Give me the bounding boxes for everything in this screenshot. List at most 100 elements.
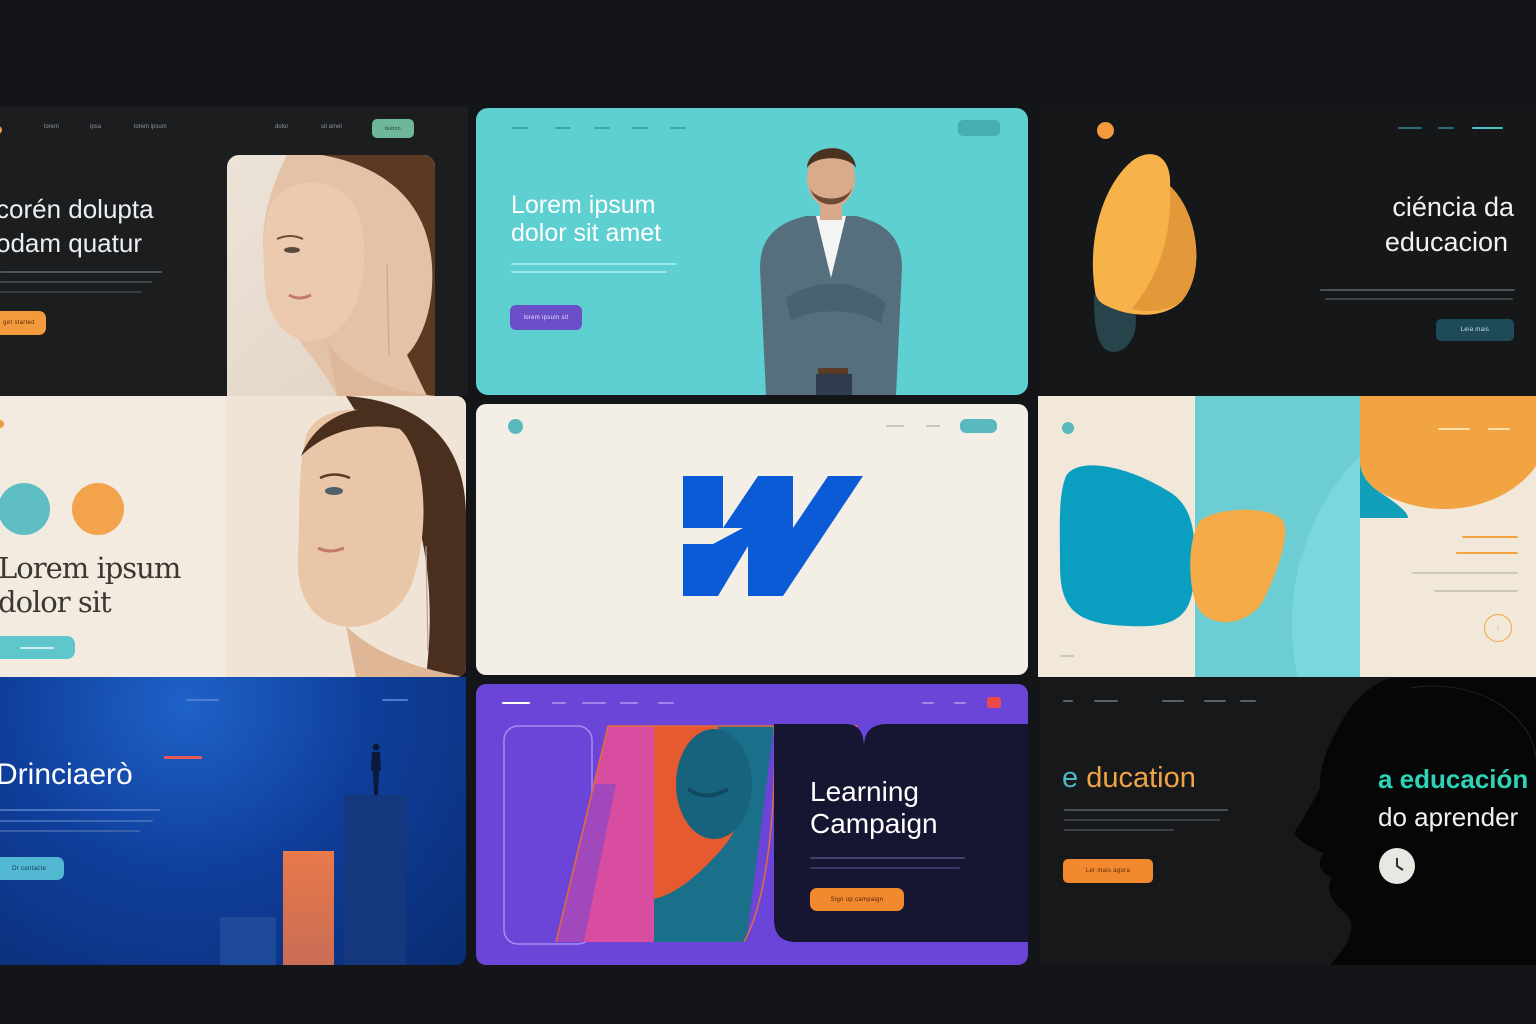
clock-icon[interactable] xyxy=(1379,848,1415,884)
nav-link[interactable]: sit amet xyxy=(321,124,342,130)
hero-headline-line2: educacion xyxy=(1384,227,1508,257)
businessman-illustration xyxy=(760,148,902,395)
bar-orange xyxy=(283,851,334,965)
text-line xyxy=(1064,829,1174,831)
text-line xyxy=(1412,572,1518,574)
nav-dash[interactable] xyxy=(1398,127,1422,129)
headline-left-text: ducation xyxy=(1078,762,1196,794)
text-line xyxy=(511,263,677,265)
nav-button[interactable]: button xyxy=(372,119,414,138)
abstract-blob-shape xyxy=(1092,154,1197,352)
cta-button[interactable]: Ler mais agora xyxy=(1063,859,1153,883)
arrow-circle-icon[interactable]: ↑ xyxy=(1484,614,1512,642)
hero-headline-left: e ducation xyxy=(1062,762,1196,795)
card-cream-logo xyxy=(476,404,1028,675)
hero-headline-line1: corén dolupta xyxy=(0,194,154,224)
text-line xyxy=(0,830,140,832)
text-line xyxy=(1064,809,1228,811)
text-line xyxy=(0,809,160,811)
nav-link[interactable]: lorem xyxy=(44,124,59,130)
nav-dash[interactable] xyxy=(555,127,571,129)
clock-hands xyxy=(1396,858,1404,871)
headline-teal-e: e xyxy=(1062,762,1079,794)
nav-link[interactable]: dolor xyxy=(275,124,288,130)
hero-headline-line1: ciéncia da xyxy=(1392,192,1514,222)
nav-dash[interactable] xyxy=(382,699,408,701)
nav-dash[interactable] xyxy=(512,127,528,129)
woman-portrait-illustration xyxy=(226,396,466,677)
card-cream-beauty: Lorem ipsum dolor sit xyxy=(0,396,466,677)
text-line xyxy=(511,271,667,273)
logo-dot xyxy=(0,420,4,428)
nav-dash[interactable] xyxy=(594,127,610,129)
nav-link[interactable]: ipsa xyxy=(90,124,101,130)
portrait-photo xyxy=(227,155,435,396)
card-beauty-dark: lorem ipsa lorem ipsum dolor sit amet bu… xyxy=(0,106,468,396)
hero-headline-line2: Campaign xyxy=(810,808,938,839)
logo-dot xyxy=(0,126,2,134)
nav-button[interactable] xyxy=(960,419,997,433)
hero-headline-right-line2: do aprender xyxy=(1378,802,1519,832)
text-line xyxy=(1064,819,1220,821)
card-dark-education: ciéncia da educacion Leia mais xyxy=(1040,106,1536,396)
hero-headline-line1: Learning xyxy=(810,776,919,807)
orange-circle xyxy=(72,483,124,535)
accent-line xyxy=(164,756,202,759)
nav-dash[interactable] xyxy=(1204,700,1226,702)
text-line xyxy=(0,820,153,822)
teal-circle xyxy=(0,483,50,535)
hero-headline: Drinciaerò xyxy=(0,758,133,791)
cta-button[interactable]: lorem ipsum sit xyxy=(510,305,582,330)
logo-dot xyxy=(508,419,523,434)
hero-headline-line2: dolor sit amet xyxy=(511,219,662,247)
logo-dot xyxy=(1062,422,1074,434)
nav-dash[interactable] xyxy=(1162,700,1184,702)
nav-dash[interactable] xyxy=(1240,700,1256,702)
cta-button[interactable]: Sign up campaign xyxy=(810,888,904,911)
logo-dot xyxy=(1097,122,1114,139)
nav-dash[interactable] xyxy=(886,425,904,427)
text-line xyxy=(810,867,960,869)
woman-profile-illustration xyxy=(263,155,435,396)
text-line xyxy=(1325,298,1513,300)
bar-tall xyxy=(344,795,406,965)
webflow-logo-icon xyxy=(683,476,863,596)
card-shapes: ↑ xyxy=(1038,396,1536,677)
hero-headline-line1: Lorem ipsum xyxy=(511,191,656,219)
nav-button[interactable] xyxy=(958,120,1000,136)
text-line xyxy=(1456,552,1518,554)
abstract-campaign-graphic xyxy=(503,724,1028,945)
nav-dash[interactable] xyxy=(1438,127,1454,129)
cta-button[interactable] xyxy=(0,636,75,659)
hero-headline-line1: Lorem ipsum xyxy=(0,551,181,585)
nav-link[interactable]: lorem ipsum xyxy=(134,124,167,130)
text-line xyxy=(0,281,152,283)
cta-button[interactable]: get started xyxy=(0,311,46,335)
hero-headline-line2: odam quatur xyxy=(0,228,142,258)
nav-dash[interactable] xyxy=(670,127,686,129)
cta-button[interactable]: Or contacte xyxy=(0,857,64,880)
person-silhouette-icon xyxy=(371,743,381,795)
card-blue-bars: Drinciaerò Or contacte xyxy=(0,677,466,965)
text-line xyxy=(810,857,965,859)
card-purple-campaign: Learning Campaign Sign up campaign xyxy=(476,684,1028,965)
text-line xyxy=(1434,590,1518,592)
text-line xyxy=(1060,655,1074,657)
hero-headline-right-line1: a educación xyxy=(1378,764,1529,794)
nav-dash[interactable] xyxy=(1438,428,1470,430)
nav-dash[interactable] xyxy=(1488,428,1510,430)
text-line xyxy=(0,271,162,273)
text-line xyxy=(0,291,142,293)
nav-dash[interactable] xyxy=(926,425,940,427)
text-line xyxy=(1320,289,1515,291)
nav-dash[interactable] xyxy=(632,127,648,129)
hero-headline-line2: dolor sit xyxy=(0,585,112,619)
bar-short xyxy=(220,917,276,965)
nav-dash[interactable] xyxy=(186,699,219,701)
card-dark-silhouette: e ducation Ler mais agora a educación do… xyxy=(1040,678,1536,965)
nav-dash[interactable] xyxy=(1094,700,1118,702)
nav-dash[interactable] xyxy=(1063,700,1073,702)
cta-button[interactable]: Leia mais xyxy=(1436,319,1514,341)
cta-label-line xyxy=(20,647,54,649)
nav-dash[interactable] xyxy=(1472,127,1503,129)
